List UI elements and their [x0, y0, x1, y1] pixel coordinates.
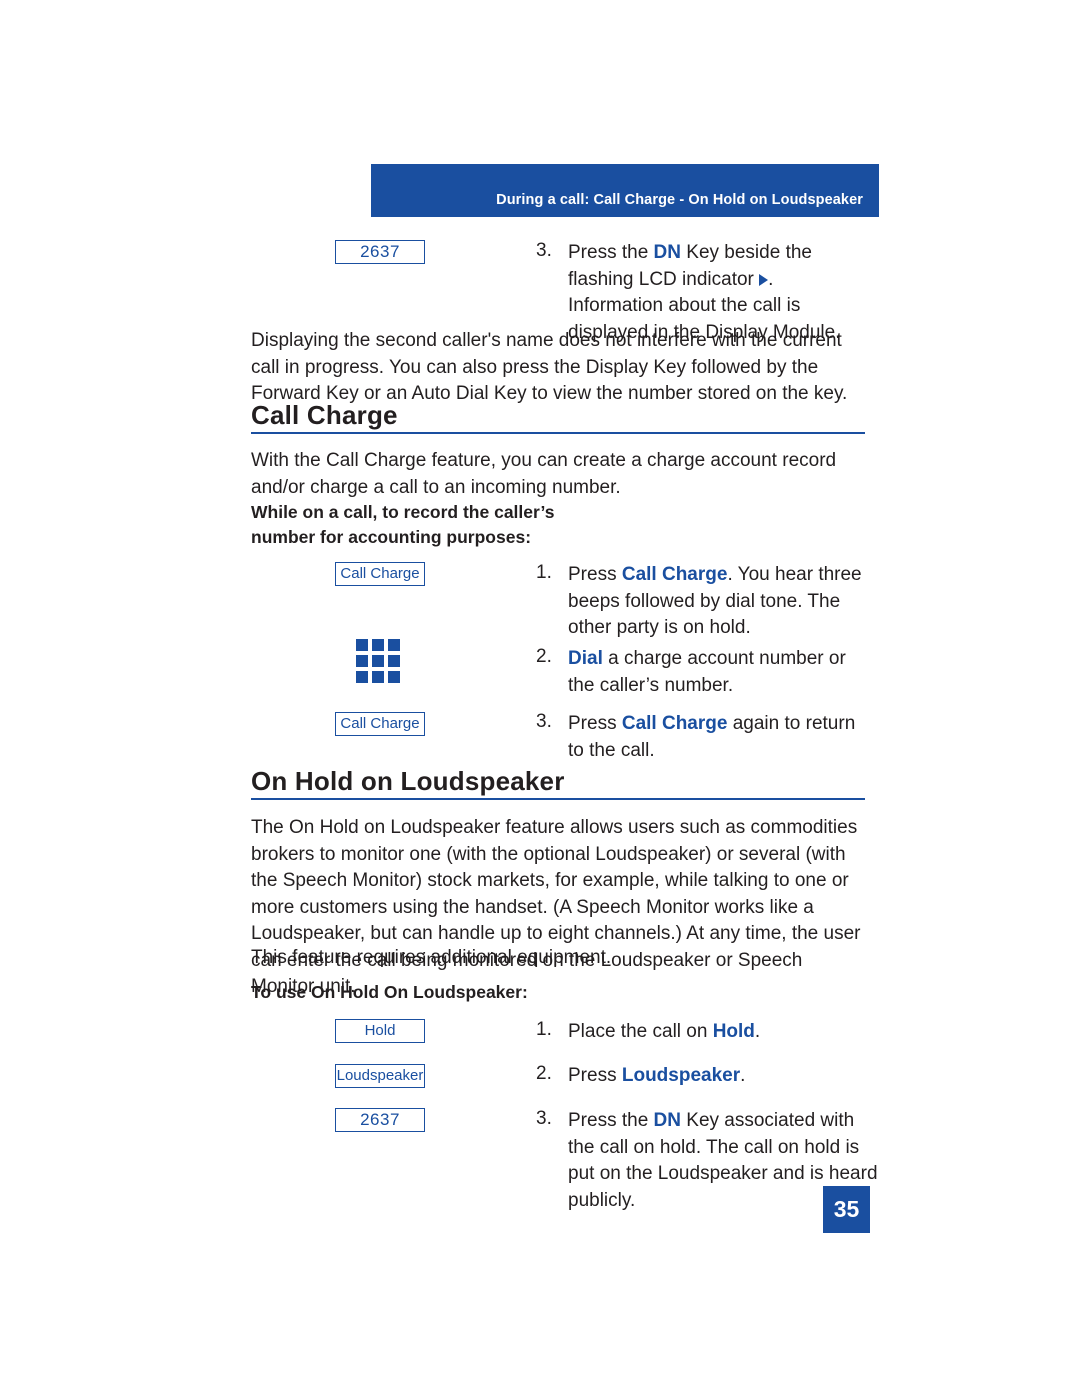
- page-number: 35: [823, 1186, 870, 1233]
- call-charge-lead-in: While on a call, to record the caller’s …: [251, 502, 555, 547]
- step-number-oh-2: 2.: [536, 1063, 552, 1084]
- step-text-cc-1: Press Call Charge. You hear three beeps …: [568, 564, 862, 638]
- keypad-icon: [356, 639, 408, 691]
- step-number-cc-3: 3.: [536, 711, 552, 732]
- emphasis-dn: DN: [653, 1110, 681, 1131]
- on-hold-lead-in: To use On Hold On Loudspeaker:: [251, 982, 528, 1002]
- key-label-hold: Hold: [335, 1019, 425, 1043]
- call-charge-description: With the Call Charge feature, you can cr…: [251, 450, 837, 498]
- dn-keyword: DN: [653, 242, 681, 263]
- step-text-cc-3: Press Call Charge again to return to the…: [568, 713, 856, 761]
- key-label-call-charge-1: Call Charge: [335, 562, 425, 586]
- on-hold-paragraph: The On Hold on Loudspeaker feature allow…: [251, 817, 861, 997]
- step-number-oh-3: 3.: [536, 1108, 552, 1129]
- emphasis-hold: Hold: [712, 1021, 755, 1042]
- emphasis-loudspeaker: Loudspeaker: [621, 1065, 741, 1086]
- key-label-dn-2637-bottom: 2637: [335, 1108, 425, 1132]
- step-number-intro: 3.: [536, 240, 552, 261]
- heading-rule-call-charge: [251, 432, 865, 434]
- step-text-oh-1: Place the call on Hold.: [568, 1021, 761, 1042]
- step-number-oh-1: 1.: [536, 1019, 552, 1040]
- emphasis-call-charge: Call Charge: [621, 564, 728, 585]
- key-label-dn-2637-top: 2637: [335, 240, 425, 264]
- key-label-loudspeaker: Loudspeaker: [335, 1064, 425, 1088]
- page-header-banner: During a call: Call Charge - On Hold on …: [371, 164, 879, 217]
- heading-call-charge: Call Charge: [251, 400, 398, 430]
- emphasis-dial: Dial: [568, 648, 603, 669]
- document-page: During a call: Call Charge - On Hold on …: [0, 0, 1080, 1397]
- header-title: During a call: Call Charge - On Hold on …: [496, 192, 863, 208]
- step-text-oh-2: Press Loudspeaker.: [568, 1065, 746, 1086]
- heading-on-hold-loudspeaker: On Hold on Loudspeaker: [251, 766, 565, 796]
- step-text-cc-2: Dial a charge account number or the call…: [568, 648, 846, 696]
- step-number-cc-1: 1.: [536, 562, 552, 583]
- right-triangle-icon: [759, 273, 769, 286]
- on-hold-equipment-note: This feature requires additional equipme…: [251, 947, 612, 968]
- emphasis-call-charge-again: Call Charge: [621, 713, 728, 734]
- step-number-cc-2: 2.: [536, 646, 552, 667]
- key-label-call-charge-2: Call Charge: [335, 712, 425, 736]
- note-paragraph: Displaying the second caller's name does…: [251, 330, 848, 404]
- heading-rule-on-hold: [251, 798, 865, 800]
